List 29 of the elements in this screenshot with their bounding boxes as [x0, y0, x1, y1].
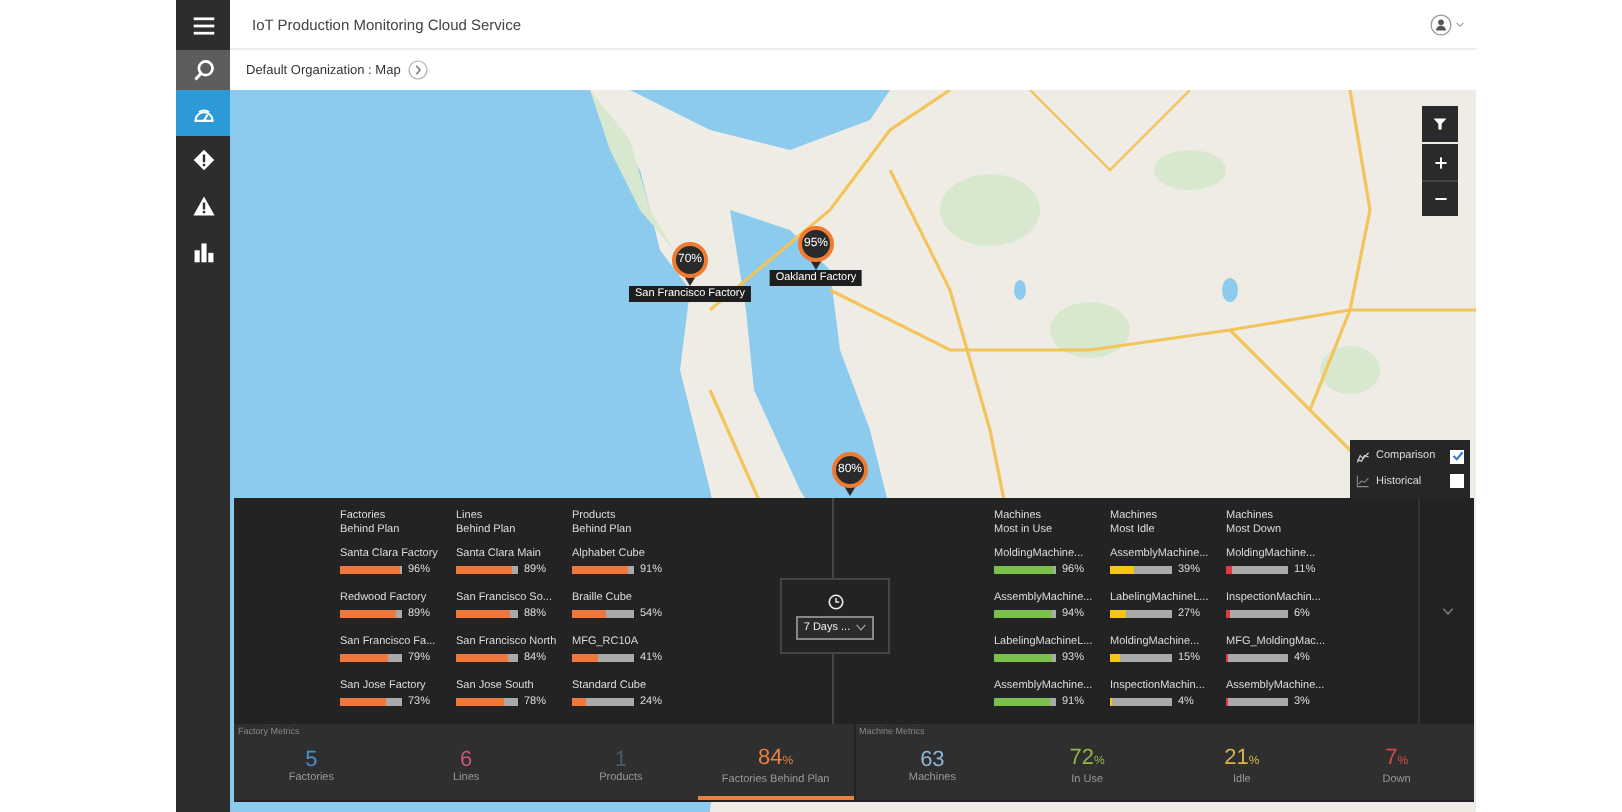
expand-button[interactable]	[1441, 607, 1453, 615]
metric-value: 1	[614, 747, 627, 771]
menu-icon	[191, 13, 215, 37]
checkmark-icon	[1451, 450, 1463, 463]
metric-value: 5	[305, 747, 318, 771]
chevron-down-icon	[1441, 607, 1453, 615]
user-avatar-icon	[1430, 13, 1452, 35]
minus-icon	[1433, 192, 1447, 206]
diamond-alert-icon	[191, 147, 215, 171]
caret-icon	[1456, 21, 1464, 27]
bar-chart-icon	[191, 239, 215, 263]
clock-icon	[827, 593, 843, 609]
legend-checkbox[interactable]	[1450, 449, 1464, 464]
zoom-in-button[interactable]	[1422, 144, 1458, 180]
caret-icon	[856, 623, 867, 631]
legend-checkbox[interactable]	[1450, 474, 1464, 489]
filter-button[interactable]	[1422, 106, 1458, 142]
warning-icon	[191, 193, 215, 217]
sidebar-item[interactable]	[176, 50, 230, 90]
user-menu-button[interactable]	[1430, 13, 1464, 35]
metric-value: 6	[460, 747, 473, 771]
filter-icon	[1432, 116, 1448, 132]
chevron-right-icon	[408, 60, 429, 80]
search-icon	[191, 58, 215, 82]
breadcrumb-next-button[interactable]	[408, 60, 429, 80]
line-chart-icon	[1356, 474, 1370, 489]
plus-icon	[1433, 155, 1447, 169]
metric-value: 63	[920, 747, 945, 771]
comparison-chart-icon	[1356, 449, 1370, 464]
